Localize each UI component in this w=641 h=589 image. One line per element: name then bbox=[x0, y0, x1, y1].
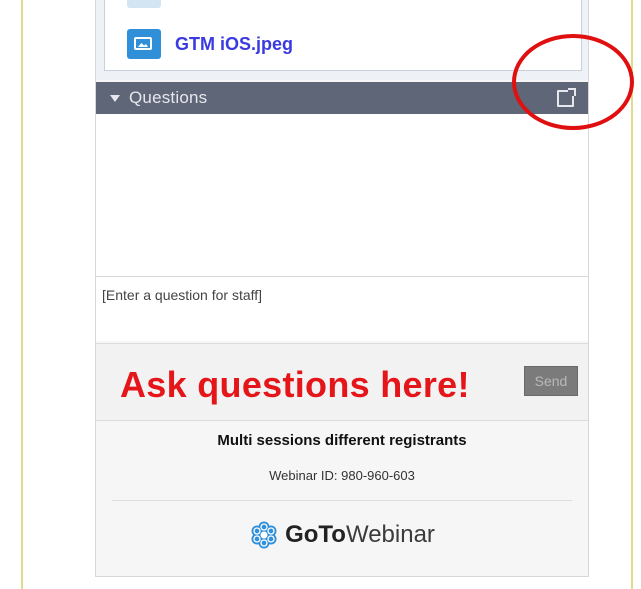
brand-name-light: Webinar bbox=[345, 521, 435, 548]
gotowebinar-flower-logo-icon bbox=[251, 521, 277, 549]
brand-name: GoToWebinar bbox=[285, 521, 435, 549]
red-annotation-circle bbox=[512, 34, 634, 130]
screenshot-stage: GTM iOS.jpeg Questions [Enter a question… bbox=[0, 0, 641, 589]
handouts-list: GTM iOS.jpeg bbox=[104, 0, 582, 71]
handout-file-name[interactable]: GTM iOS.jpeg bbox=[175, 34, 293, 55]
ask-questions-callout: Ask questions here! bbox=[120, 364, 470, 405]
ask-row: Ask questions here! Send bbox=[96, 343, 588, 421]
questions-title: Questions bbox=[129, 88, 208, 107]
section-divider bbox=[112, 500, 572, 501]
brand-footer: GoToWebinar bbox=[96, 506, 588, 564]
webinar-id: Webinar ID: 980-960-603 bbox=[269, 468, 415, 483]
session-info: Multi sessions different registrants Web… bbox=[96, 420, 588, 498]
session-title: Multi sessions different registrants bbox=[217, 432, 467, 449]
triangle-down-icon[interactable] bbox=[110, 94, 120, 102]
handout-file-item[interactable]: GTM iOS.jpeg bbox=[127, 26, 293, 62]
question-input[interactable] bbox=[96, 277, 588, 341]
left-border-line bbox=[21, 0, 23, 589]
send-button[interactable]: Send bbox=[524, 366, 578, 396]
previous-file-icon bbox=[127, 0, 161, 8]
brand-name-strong: GoTo bbox=[285, 521, 346, 548]
image-file-icon bbox=[127, 29, 161, 59]
questions-log bbox=[96, 114, 588, 277]
